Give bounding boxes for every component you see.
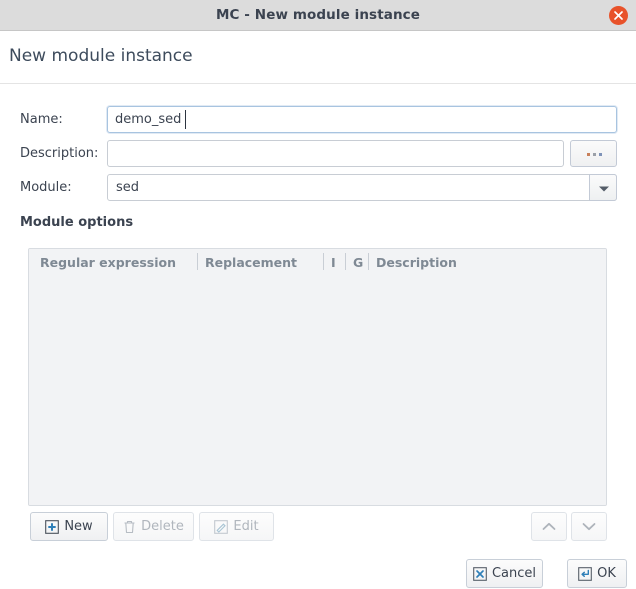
column-divider[interactable] (368, 253, 369, 270)
description-input[interactable] (107, 140, 564, 167)
column-divider[interactable] (323, 253, 324, 270)
close-icon[interactable] (609, 6, 628, 25)
new-button[interactable]: New (30, 512, 108, 541)
edit-button[interactable]: Edit (199, 512, 274, 541)
name-label: Name: (20, 112, 63, 127)
column-header-g[interactable]: G (353, 255, 363, 270)
column-header-description[interactable]: Description (376, 255, 457, 270)
move-down-button[interactable] (571, 512, 607, 541)
text-caret (185, 110, 186, 129)
window-titlebar: MC - New module instance (0, 0, 636, 31)
delete-button-label: Delete (141, 519, 184, 534)
column-header-i[interactable]: I (331, 255, 336, 270)
trash-icon (124, 520, 135, 533)
module-options-table: Regular expression Replacement I G Descr… (28, 248, 607, 506)
ok-button[interactable]: OK (567, 559, 627, 588)
edit-button-label: Edit (233, 519, 259, 534)
cancel-button-label: Cancel (491, 566, 537, 581)
module-label: Module: (20, 180, 72, 195)
chevron-down-icon (582, 523, 596, 531)
module-select[interactable]: sed (107, 174, 617, 201)
module-options-title: Module options (20, 215, 134, 230)
table-body[interactable] (29, 276, 606, 505)
chevron-up-icon (542, 522, 556, 530)
move-up-button[interactable] (531, 512, 567, 541)
page-title: New module instance (9, 46, 193, 66)
delete-button[interactable]: Delete (113, 512, 194, 541)
enter-return-icon (578, 566, 592, 581)
cancel-button[interactable]: Cancel (466, 559, 543, 588)
column-divider[interactable] (345, 253, 346, 270)
column-header-regular-expression[interactable]: Regular expression (40, 255, 176, 270)
column-header-replacement[interactable]: Replacement (205, 255, 297, 270)
name-input[interactable] (107, 106, 617, 133)
dialog-header: New module instance (0, 32, 636, 84)
cancel-x-box-icon (473, 566, 487, 581)
pencil-icon (214, 519, 229, 534)
ellipsis-icon (571, 141, 618, 168)
module-select-value: sed (116, 180, 140, 195)
table-header-row: Regular expression Replacement I G Descr… (29, 249, 606, 276)
new-button-label: New (64, 519, 93, 534)
description-browse-button[interactable] (570, 140, 617, 167)
chevron-down-icon[interactable] (589, 174, 617, 201)
description-label: Description: (20, 146, 99, 161)
plus-box-icon (45, 519, 60, 534)
window-title: MC - New module instance (215, 7, 421, 23)
ok-button-label: OK (597, 566, 616, 581)
column-divider[interactable] (197, 253, 198, 270)
